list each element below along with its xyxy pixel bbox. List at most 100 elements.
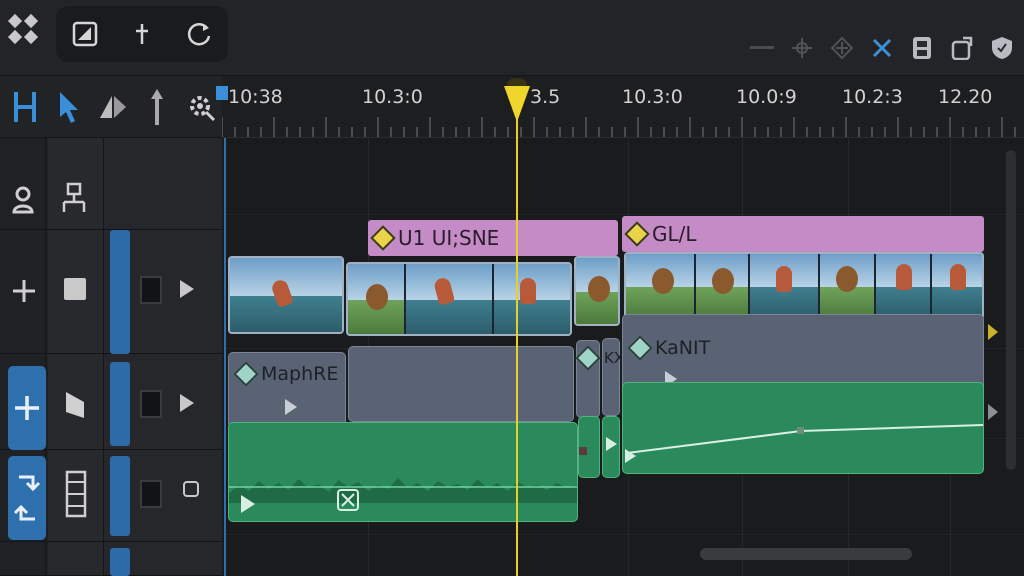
ruler-label: 10.3:0 <box>622 86 683 108</box>
audio-meter <box>110 548 130 576</box>
thumbnail-figure <box>950 264 966 290</box>
audio-clip[interactable] <box>578 416 600 478</box>
compound-clip[interactable]: MaphRE <box>228 352 346 428</box>
ripple-tool[interactable] <box>10 90 40 124</box>
time-ruler[interactable]: 10:38 10.3:0 3.5 10.3:0 10.0:9 10.2:3 12… <box>216 76 1024 138</box>
video-clip[interactable] <box>574 256 620 326</box>
person-icon[interactable] <box>12 186 34 214</box>
mute-icon[interactable] <box>337 489 359 511</box>
clip-thumbnail <box>932 254 982 318</box>
clip-thumbnail <box>626 254 696 318</box>
timeline-tracks[interactable]: U1 UI;SNE GL/L MaphRE KX KaNIT <box>222 138 1024 576</box>
compound-clip[interactable] <box>575 340 601 418</box>
select-tool-icon <box>60 91 78 123</box>
track-col-c <box>104 138 222 229</box>
clip-thumbnail <box>820 254 876 318</box>
save-icon[interactable] <box>908 34 936 62</box>
audio-clip[interactable] <box>228 422 578 522</box>
thumbnail-figure <box>712 268 734 294</box>
audio-clip[interactable] <box>622 382 984 474</box>
settings-gear-icon <box>190 95 216 121</box>
keyframe-diamond-icon <box>233 361 259 387</box>
play-icon[interactable] <box>241 495 255 513</box>
track-col-b <box>48 138 104 229</box>
horizontal-scrollbar[interactable] <box>700 548 912 560</box>
move-up-tool[interactable] <box>142 88 172 125</box>
title-clip[interactable]: GL/L <box>622 216 984 252</box>
keyframe-diamond-icon <box>575 345 601 371</box>
in-point-marker-icon[interactable] <box>216 86 228 100</box>
clip-thumbnail <box>348 264 406 334</box>
track-col-a <box>0 138 46 229</box>
clip-thumbnail <box>230 258 342 332</box>
clip-thumbnail <box>406 264 494 334</box>
title-clip-label: GL/L <box>652 222 697 246</box>
playhead-line[interactable] <box>516 96 518 576</box>
swap-arrows-icon <box>13 475 41 521</box>
hierarchy-icon[interactable] <box>60 182 88 214</box>
diamond-icon[interactable] <box>828 34 856 62</box>
track-divider <box>222 534 1024 535</box>
clip-label-row: MaphRE <box>233 361 339 387</box>
close-icon[interactable] <box>868 34 896 62</box>
keyframe-marker <box>579 447 587 455</box>
select-tool[interactable] <box>54 90 84 124</box>
keyframe-diamond-icon <box>627 335 653 361</box>
slice-icon[interactable] <box>64 390 86 420</box>
thumbnail-figure <box>896 264 912 290</box>
crosshair-icon[interactable] <box>788 34 816 62</box>
blade-tool[interactable] <box>98 90 128 124</box>
clip-thumbnail <box>696 254 750 318</box>
track-header-a1 <box>0 450 222 542</box>
play-icon[interactable] <box>180 280 194 298</box>
settings-tool[interactable] <box>186 90 216 124</box>
minus-icon[interactable] <box>748 34 776 62</box>
sync-button[interactable] <box>8 456 46 540</box>
ripple-tool-icon <box>14 91 36 122</box>
edit-tools-row <box>0 76 222 138</box>
ruler-ticks <box>222 117 1016 137</box>
playhead-handle-icon[interactable] <box>503 78 531 124</box>
play-icon[interactable] <box>285 399 297 415</box>
track-col-b <box>48 230 104 353</box>
clip-label: KaNIT <box>655 337 711 359</box>
shield-icon[interactable] <box>988 34 1016 62</box>
audio-meter <box>110 456 130 536</box>
compound-clip[interactable]: KX <box>602 338 624 416</box>
ruler-label: 3.5 <box>530 86 561 108</box>
export-icon[interactable] <box>948 34 976 62</box>
add-track-icon[interactable] <box>11 278 37 304</box>
ruler-label: 10.2:3 <box>842 86 903 108</box>
monitor-toggle-icon[interactable] <box>140 390 162 418</box>
compound-clip[interactable] <box>348 346 574 422</box>
track-col-b <box>48 450 104 541</box>
track-header-v2 <box>0 230 222 354</box>
play-icon[interactable] <box>625 449 636 463</box>
add-track-button[interactable] <box>8 366 46 450</box>
add-button[interactable] <box>120 12 164 56</box>
audio-waveform <box>229 478 577 503</box>
keyframe-diamond-icon <box>624 221 650 247</box>
video-clip[interactable] <box>228 256 344 334</box>
video-clip[interactable] <box>346 262 572 336</box>
vertical-scrollbar[interactable] <box>1006 150 1016 470</box>
refresh-button[interactable] <box>177 12 221 56</box>
grid-icon[interactable] <box>6 10 42 50</box>
monitor-toggle-icon[interactable] <box>140 480 162 508</box>
clip-label: MaphRE <box>261 363 339 385</box>
track-lock-icon[interactable] <box>64 278 86 300</box>
play-icon[interactable] <box>180 394 194 412</box>
audio-clip[interactable] <box>602 416 620 478</box>
thumbnail-figure <box>520 278 536 304</box>
video-clip[interactable] <box>624 252 984 320</box>
track-col-b <box>48 354 104 449</box>
title-clip-label: U1 UI;SNE <box>398 226 500 250</box>
film-strip-icon[interactable] <box>64 470 88 518</box>
clip-thumbnail <box>494 264 570 334</box>
image-button[interactable] <box>63 12 107 56</box>
square-icon[interactable] <box>182 480 200 500</box>
monitor-toggle-icon[interactable] <box>140 276 162 304</box>
clip-label-row: KaNIT <box>627 335 711 361</box>
play-icon[interactable] <box>606 437 617 451</box>
title-clip[interactable]: U1 UI;SNE <box>368 220 618 256</box>
